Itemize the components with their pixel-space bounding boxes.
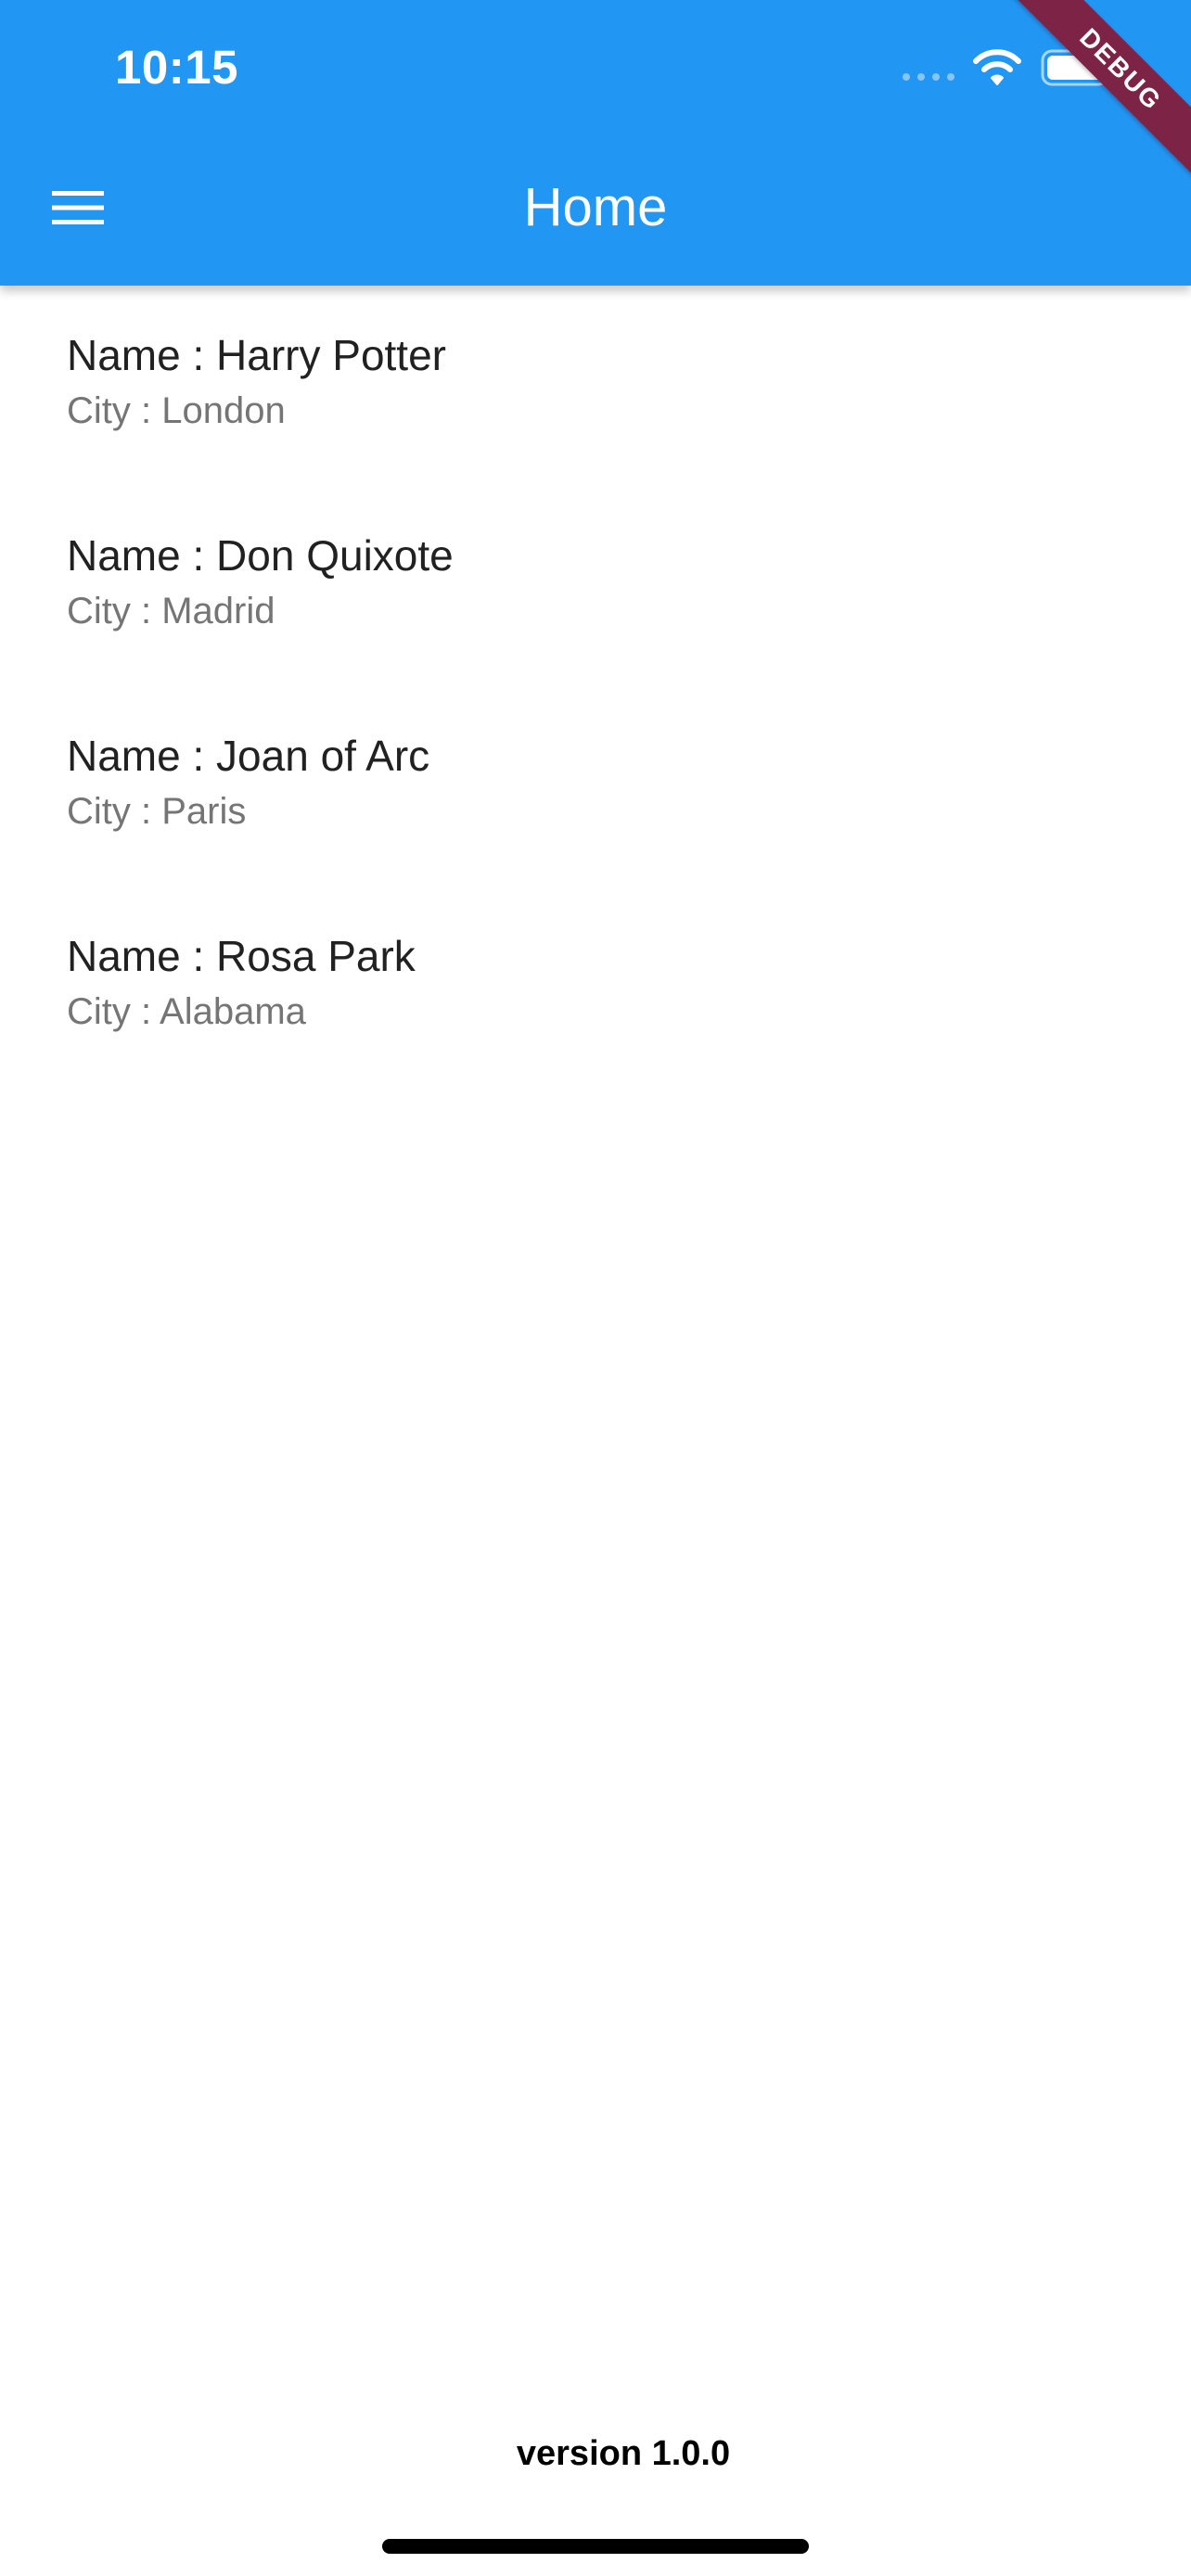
list-item-city: City : Paris (67, 791, 247, 832)
wifi-icon (973, 49, 1021, 85)
list-item[interactable]: Name : Harry Potter City : London (0, 286, 1191, 486)
home-indicator[interactable] (382, 2539, 809, 2554)
signal-dots-icon (903, 73, 954, 81)
app-bar: 10:15 Home (0, 0, 1191, 286)
version-label: version 1.0.0 (516, 2434, 731, 2473)
battery-icon (1041, 49, 1115, 86)
list-item-city: City : London (67, 390, 286, 431)
home-screen: 10:15 Home DEBUG Name: Harry Potter Cit… (0, 0, 1191, 2576)
list-item-name: Name : Don Quixote (67, 531, 454, 580)
list-item[interactable]: Name : Rosa Park City : Alabama (0, 886, 1191, 1087)
list-item-name: Name : Joan of Arc (67, 732, 430, 780)
page-title: Home (523, 177, 668, 237)
list-item-city: City : Madrid (67, 591, 275, 631)
list-item-city: City : Alabama (67, 991, 306, 1032)
status-bar-time: 10:15 (115, 41, 238, 94)
people-list: Name : Harry Potter City : London Name :… (0, 286, 1191, 1087)
list-item-name: Name : Harry Potter (67, 331, 446, 379)
list-item-name: Name : Rosa Park (67, 932, 416, 980)
list-item[interactable]: Name : Don Quixote City : Madrid (0, 486, 1191, 686)
list-item[interactable]: Name : Joan of Arc City : Paris (0, 686, 1191, 886)
